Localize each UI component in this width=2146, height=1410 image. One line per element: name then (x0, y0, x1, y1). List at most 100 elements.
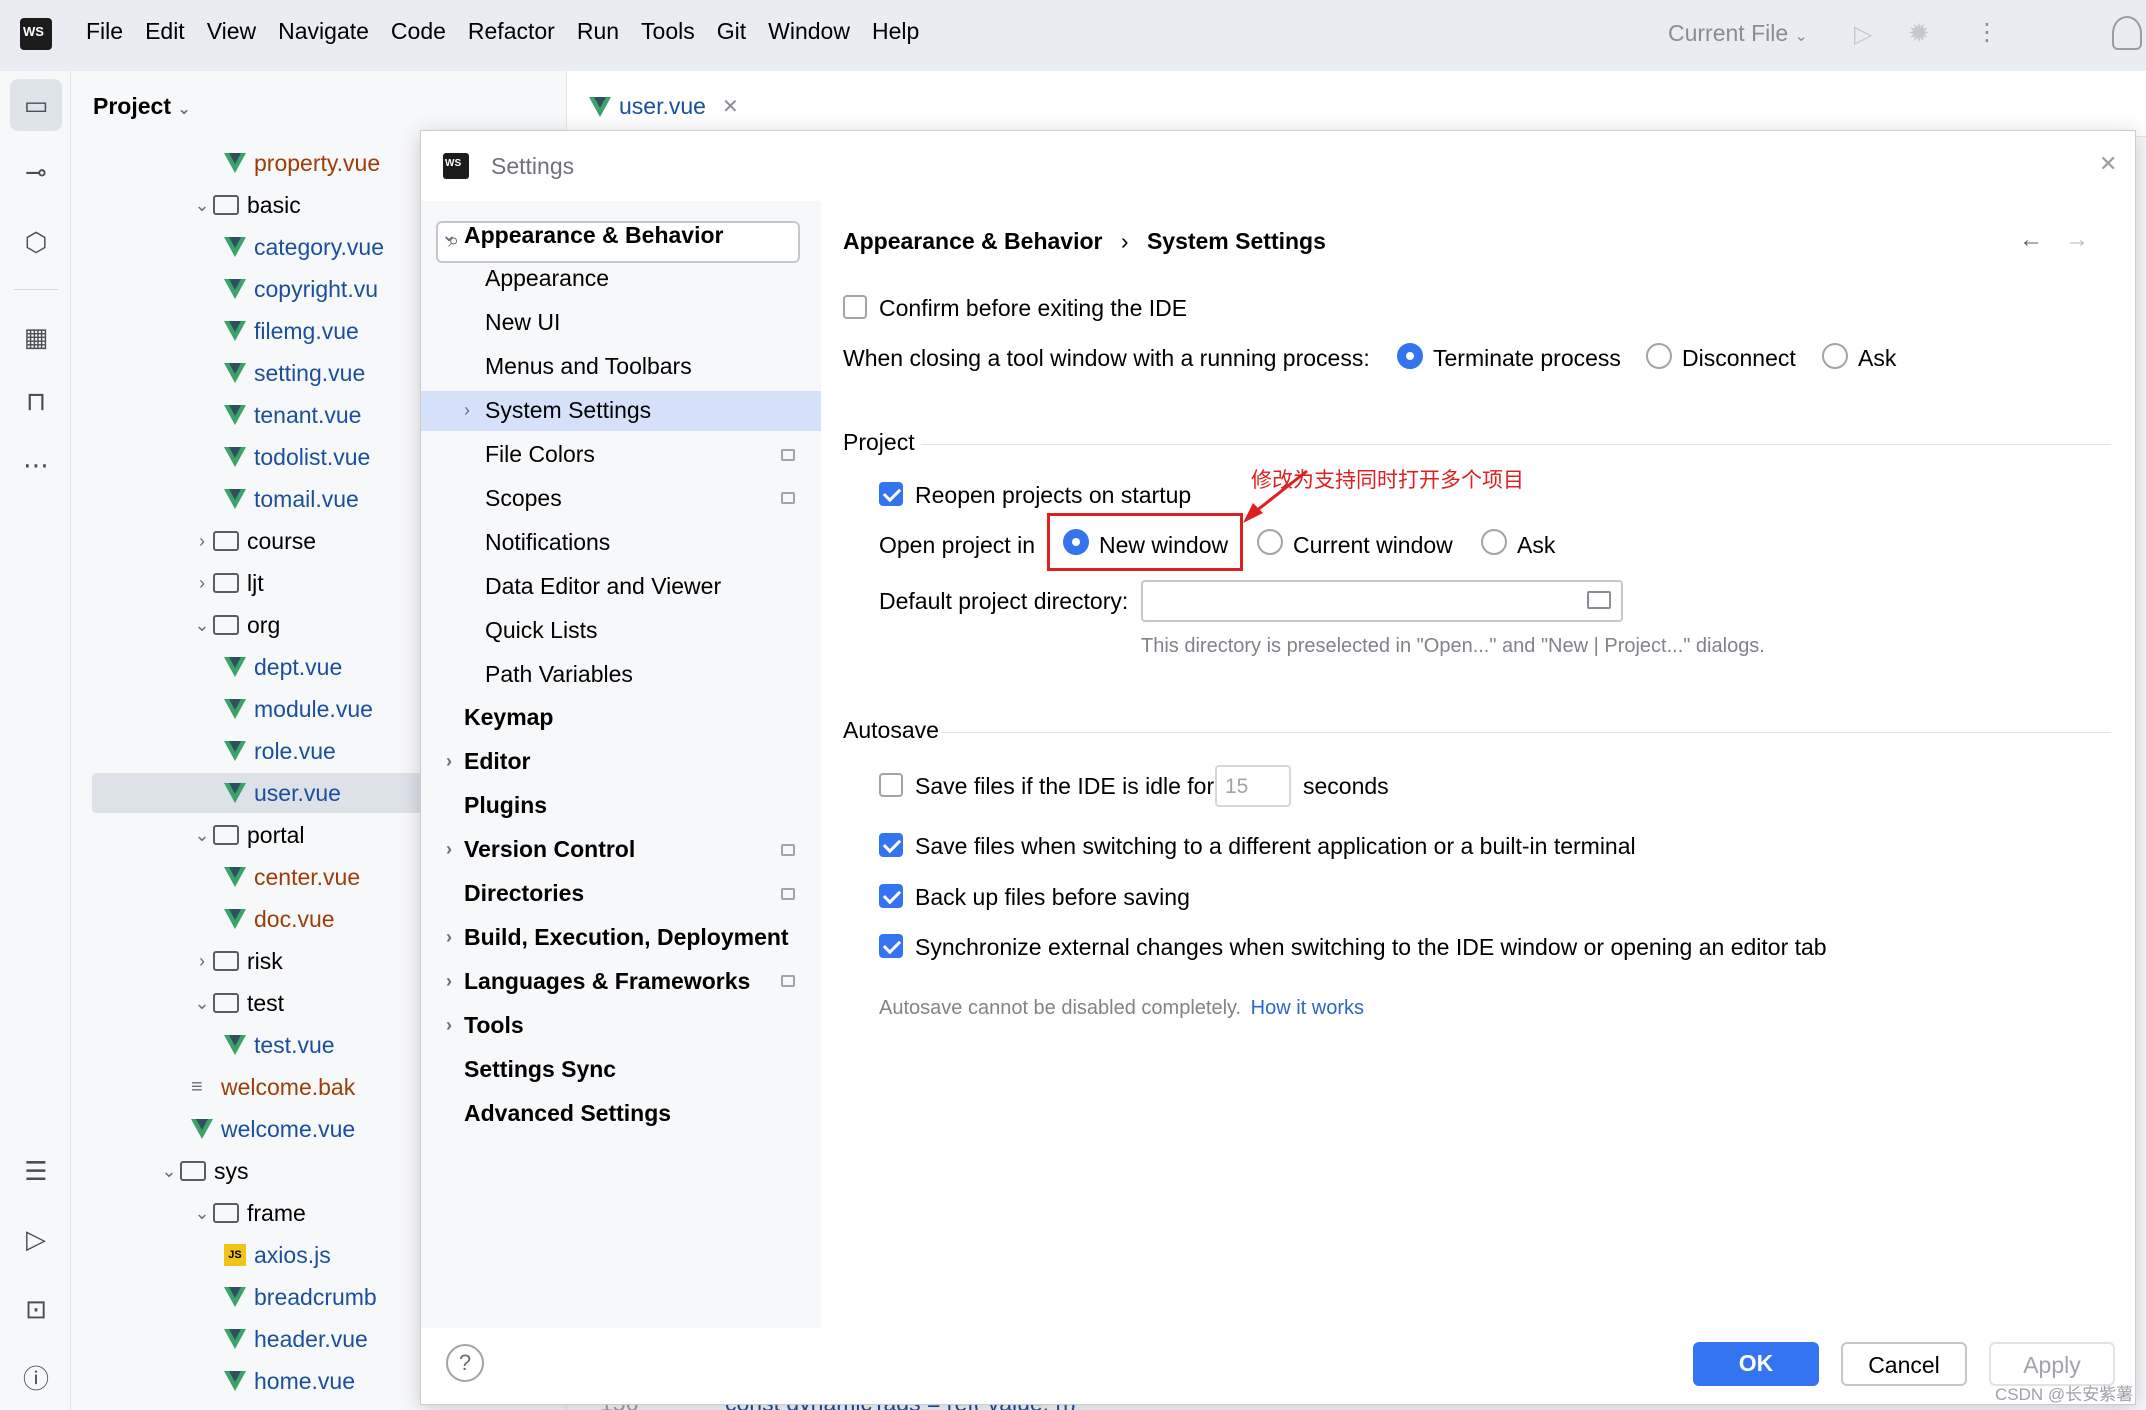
menu-help[interactable]: Help (872, 18, 919, 45)
tree-file[interactable]: module.vue (224, 689, 373, 729)
chevron-right-icon[interactable]: › (439, 751, 459, 772)
confirm-exit-checkbox[interactable] (843, 295, 867, 319)
tree-file[interactable]: home.vue (224, 1361, 355, 1401)
webstorm-logo-icon[interactable]: WS (20, 18, 52, 50)
open-in-ask-radio[interactable] (1481, 529, 1507, 555)
tree-folder[interactable]: ⌄ test (191, 983, 284, 1023)
settings-nav-item[interactable]: Menus and Toolbars (421, 347, 821, 387)
problems-icon[interactable]: ⓘ (20, 1363, 52, 1395)
tree-folder[interactable]: › risk (191, 941, 283, 981)
chevron-right-icon[interactable]: › (439, 839, 459, 860)
tree-file[interactable]: ≡ welcome.bak (191, 1067, 355, 1107)
account-icon[interactable] (2112, 16, 2142, 50)
tree-file[interactable]: JS axios.js (224, 1235, 331, 1275)
settings-nav-item[interactable]: Data Editor and Viewer (421, 566, 821, 606)
settings-nav-item[interactable]: › Version Control (421, 830, 821, 870)
chevron-down-icon[interactable]: ⌄ (158, 1161, 180, 1182)
help-icon[interactable]: ? (446, 1344, 484, 1382)
disconnect-radio[interactable] (1646, 343, 1672, 369)
tree-folder[interactable]: ⌄ portal (191, 815, 304, 855)
project-panel-title[interactable]: Project ⌄ (93, 93, 191, 120)
structure-icon[interactable]: ▦ (20, 321, 52, 353)
backup-checkbox[interactable] (879, 884, 903, 908)
settings-nav-item[interactable]: Advanced Settings (421, 1093, 821, 1133)
terminate-process-radio[interactable] (1397, 343, 1423, 369)
menu-refactor[interactable]: Refactor (468, 18, 555, 45)
sync-external-checkbox[interactable] (879, 934, 903, 958)
menu-code[interactable]: Code (391, 18, 446, 45)
settings-nav-item[interactable]: Quick Lists (421, 610, 821, 650)
menu-window[interactable]: Window (768, 18, 850, 45)
tree-file[interactable]: tomail.vue (224, 479, 359, 519)
chevron-right-icon[interactable]: › (191, 531, 213, 552)
terminal-icon[interactable]: ⊡ (20, 1293, 52, 1325)
chevron-down-icon[interactable]: ⌄ (191, 195, 213, 216)
chevron-down-icon[interactable]: ⌄ (191, 1203, 213, 1224)
chevron-right-icon[interactable]: › (457, 400, 477, 421)
settings-nav-item[interactable]: Scopes (421, 478, 821, 518)
chevron-down-icon[interactable]: ⌄ (439, 225, 459, 246)
settings-nav-item[interactable]: Notifications (421, 522, 821, 562)
todo-list-icon[interactable]: ☰ (20, 1155, 52, 1187)
settings-nav-item[interactable]: Directories (421, 874, 821, 914)
chevron-right-icon[interactable]: › (439, 1015, 459, 1036)
run-config-selector[interactable]: Current File ⌄ (1668, 20, 1808, 47)
ok-button[interactable]: OK (1693, 1342, 1819, 1386)
breadcrumb-parent[interactable]: Appearance & Behavior (843, 228, 1102, 254)
folder-browse-icon[interactable] (1587, 591, 1611, 609)
settings-nav-item[interactable]: Settings Sync (421, 1049, 821, 1089)
menu-run[interactable]: Run (577, 18, 619, 45)
settings-nav-item[interactable]: File Colors (421, 435, 821, 475)
reopen-projects-checkbox[interactable] (879, 482, 903, 506)
tree-folder[interactable]: ⌄ frame (191, 1193, 305, 1233)
settings-nav-item[interactable]: › Build, Execution, Deployment (421, 917, 821, 957)
run-icon[interactable]: ▷ (1854, 20, 1872, 49)
tree-folder[interactable]: ⌄ sys (158, 1151, 248, 1191)
save-idle-checkbox[interactable] (879, 773, 903, 797)
settings-nav-item[interactable]: › Tools (421, 1005, 821, 1045)
chevron-right-icon[interactable]: › (191, 573, 213, 594)
forward-arrow-icon[interactable]: → (2065, 226, 2089, 254)
menu-git[interactable]: Git (717, 18, 746, 45)
settings-nav-item[interactable]: ⌄ Appearance & Behavior (421, 215, 821, 255)
save-on-switch-checkbox[interactable] (879, 833, 903, 857)
settings-nav-item[interactable]: Keymap (421, 698, 821, 738)
settings-nav-item[interactable]: Path Variables (421, 654, 821, 694)
menu-view[interactable]: View (207, 18, 256, 45)
tree-folder[interactable]: ⌄ basic (191, 185, 300, 225)
chevron-right-icon[interactable]: › (191, 951, 213, 972)
settings-nav-item[interactable]: New UI (421, 303, 821, 343)
idle-seconds-input[interactable]: 15 (1215, 765, 1291, 807)
tree-file[interactable]: todolist.vue (224, 437, 370, 477)
default-directory-input[interactable] (1141, 580, 1623, 622)
chevron-down-icon[interactable]: ⌄ (191, 825, 213, 846)
more-horizontal-icon[interactable]: ⋯ (20, 449, 52, 481)
services-icon[interactable]: ▷ (20, 1223, 52, 1255)
tree-folder[interactable]: › course (191, 521, 316, 561)
tree-file[interactable]: doc.vue (224, 899, 335, 939)
settings-nav-item[interactable]: › Languages & Frameworks (421, 961, 821, 1001)
chevron-right-icon[interactable]: › (439, 971, 459, 992)
editor-tab[interactable]: user.vue ✕ (589, 93, 739, 120)
tree-file[interactable]: filemg.vue (224, 311, 359, 351)
tree-file[interactable]: setting.vue (224, 353, 365, 393)
how-it-works-link[interactable]: How it works (1251, 997, 1364, 1019)
current-window-radio[interactable] (1257, 529, 1283, 555)
settings-nav-item[interactable]: › Editor (421, 742, 821, 782)
gitlab-icon[interactable]: ⬡ (20, 226, 52, 258)
tree-folder[interactable]: › ljt (191, 563, 264, 603)
tree-file[interactable]: property.vue (224, 143, 380, 183)
tree-file[interactable]: user.vue (92, 773, 422, 813)
menu-edit[interactable]: Edit (145, 18, 185, 45)
commit-icon[interactable]: ⊸ (20, 156, 52, 188)
new-window-radio[interactable] (1063, 529, 1089, 555)
tree-file[interactable]: role.vue (224, 731, 336, 771)
menu-tools[interactable]: Tools (641, 18, 695, 45)
more-vertical-icon[interactable]: ⋮ (1975, 18, 1999, 47)
settings-nav-item[interactable]: Plugins (421, 786, 821, 826)
close-dialog-icon[interactable]: ✕ (2099, 151, 2117, 177)
menu-file[interactable]: File (86, 18, 123, 45)
chevron-right-icon[interactable]: › (439, 927, 459, 948)
tree-file[interactable]: welcome.vue (191, 1109, 355, 1149)
tree-file[interactable]: center.vue (224, 857, 360, 897)
